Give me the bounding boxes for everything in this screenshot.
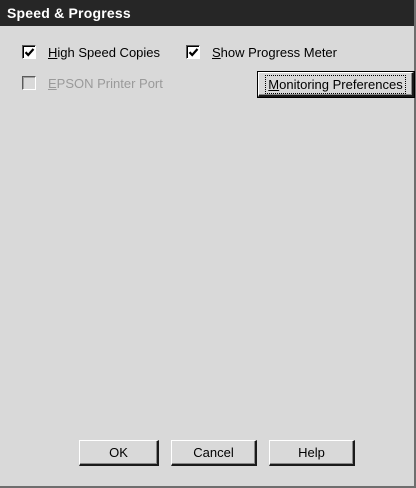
ok-label: OK [109, 445, 128, 460]
show-progress-meter-checkbox[interactable] [186, 45, 200, 59]
check-icon [188, 48, 199, 57]
cancel-button[interactable]: Cancel [171, 440, 257, 466]
monitoring-preferences-label: Monitoring Preferences [265, 74, 406, 94]
check-icon [24, 48, 35, 57]
ok-button[interactable]: OK [79, 440, 159, 466]
high-speed-copies-option[interactable]: High Speed Copies [22, 43, 160, 61]
monitoring-preferences-button[interactable]: Monitoring Preferences [257, 71, 415, 98]
title-bar[interactable]: Speed & Progress [0, 0, 414, 26]
epson-printer-port-checkbox [22, 76, 36, 90]
high-speed-copies-checkbox[interactable] [22, 45, 36, 59]
epson-printer-port-option: EPSON Printer Port [22, 74, 163, 92]
help-button[interactable]: Help [269, 440, 355, 466]
help-label: Help [298, 445, 325, 460]
show-progress-meter-label: Show Progress Meter [212, 44, 337, 60]
dialog-title: Speed & Progress [7, 5, 131, 21]
show-progress-meter-option[interactable]: Show Progress Meter [186, 43, 337, 61]
speed-progress-dialog: Speed & Progress High Speed Copies Show … [0, 0, 416, 488]
cancel-label: Cancel [193, 445, 234, 460]
epson-printer-port-label: EPSON Printer Port [48, 75, 163, 91]
high-speed-copies-label: High Speed Copies [48, 44, 161, 60]
